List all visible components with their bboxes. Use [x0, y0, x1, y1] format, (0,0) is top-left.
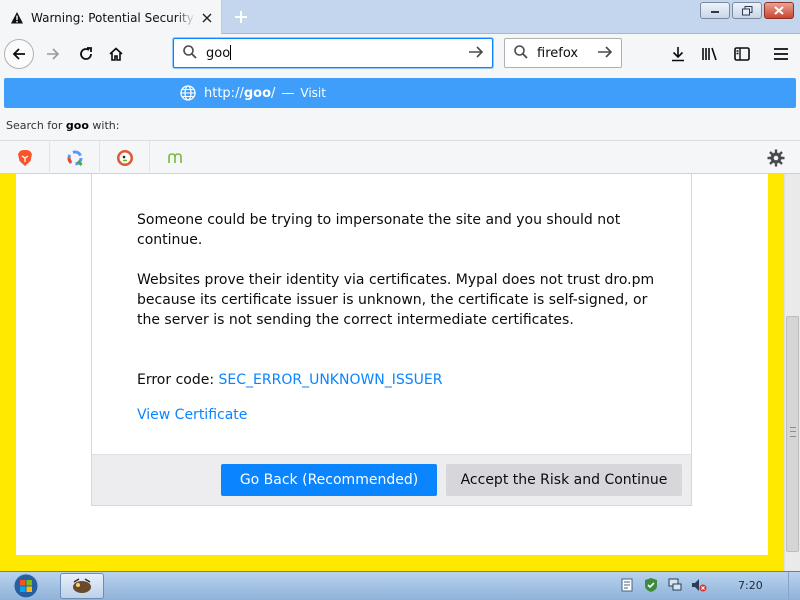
- warning-frame-right: [768, 174, 784, 555]
- error-code-link[interactable]: SEC_ERROR_UNKNOWN_ISSUER: [219, 372, 443, 388]
- impersonation-warning-text: Someone could be trying to impersonate t…: [137, 212, 621, 248]
- taskbar: 7:20: [0, 571, 800, 600]
- start-button[interactable]: [6, 572, 46, 600]
- forward-button[interactable]: [38, 39, 68, 69]
- scrollbar-thumb[interactable]: [786, 316, 799, 552]
- suggestion-url: http://goo/: [204, 85, 276, 101]
- suggestion-separator: —: [281, 85, 295, 101]
- url-input: goo: [206, 45, 232, 61]
- grip-icon: [790, 427, 796, 437]
- action-center-icon[interactable]: [642, 575, 660, 595]
- warning-frame-left: [0, 174, 16, 555]
- go-arrow-icon[interactable]: [468, 44, 484, 63]
- vertical-scrollbar[interactable]: [784, 174, 800, 571]
- tab-security-warning[interactable]: Warning: Potential Security Risk Ahead: [0, 0, 222, 35]
- view-certificate-link[interactable]: View Certificate: [137, 405, 247, 425]
- mojeek-icon[interactable]: [150, 141, 200, 174]
- page-content: Someone could be trying to impersonate t…: [0, 174, 784, 571]
- download-icon[interactable]: [667, 43, 689, 65]
- text-caret: [230, 45, 232, 60]
- back-button[interactable]: [4, 39, 34, 69]
- document-icon[interactable]: [618, 575, 636, 595]
- show-desktop-button[interactable]: [788, 572, 800, 600]
- suggestion-action: Visit: [300, 86, 326, 100]
- error-code-label: Error code:: [137, 372, 215, 388]
- reload-button[interactable]: [71, 39, 101, 69]
- one-off-search-engines: [0, 140, 800, 174]
- gear-icon[interactable]: [766, 148, 786, 168]
- brave-icon[interactable]: [0, 141, 50, 174]
- search-engine-placeholder: firefox: [537, 45, 579, 61]
- search-go-icon[interactable]: [597, 44, 613, 63]
- volume-muted-icon[interactable]: [690, 575, 708, 595]
- system-tray: [618, 575, 708, 595]
- button-bar: Go Back (Recommended) Accept the Risk an…: [92, 454, 691, 505]
- library-icon[interactable]: [699, 43, 721, 65]
- navigation-toolbar: goo firefox: [0, 34, 800, 74]
- taskbar-app-mypal[interactable]: [60, 573, 104, 599]
- warning-frame-bottom: [0, 555, 784, 571]
- globe-icon: [180, 85, 196, 101]
- search-bar[interactable]: firefox: [504, 38, 622, 68]
- home-button[interactable]: [101, 39, 131, 69]
- url-bar[interactable]: goo: [173, 38, 493, 68]
- suggestion-visit-row[interactable]: http://goo/ — Visit: [4, 78, 796, 108]
- sidebar-icon[interactable]: [731, 43, 753, 65]
- restore-button[interactable]: [732, 2, 762, 19]
- search-icon: [513, 44, 529, 63]
- close-icon[interactable]: [199, 10, 215, 26]
- menu-icon[interactable]: [770, 43, 792, 65]
- search-for-label: Search for goo with:: [6, 119, 120, 132]
- qwant-icon[interactable]: [50, 141, 100, 174]
- search-icon: [182, 44, 198, 63]
- new-tab-button[interactable]: [228, 4, 254, 30]
- network-icon[interactable]: [666, 575, 684, 595]
- tab-title: Warning: Potential Security Risk Ahead: [31, 10, 195, 25]
- error-code-line: Error code: SEC_ERROR_UNKNOWN_ISSUER: [137, 370, 657, 390]
- clock[interactable]: 7:20: [738, 579, 763, 592]
- certificate-explanation-text: Websites prove their identity via certif…: [137, 272, 655, 328]
- error-card: Someone could be trying to impersonate t…: [91, 174, 692, 506]
- url-dropdown: http://goo/ — Visit Search for goo with:: [0, 74, 800, 174]
- close-window-button[interactable]: [764, 2, 794, 19]
- accept-risk-button[interactable]: Accept the Risk and Continue: [446, 464, 682, 496]
- duckduckgo-icon[interactable]: [100, 141, 150, 174]
- tab-strip: Warning: Potential Security Risk Ahead: [0, 0, 800, 35]
- warning-icon: [10, 11, 24, 25]
- window-controls: [700, 2, 794, 19]
- minimize-button[interactable]: [700, 2, 730, 19]
- go-back-button[interactable]: Go Back (Recommended): [221, 464, 437, 496]
